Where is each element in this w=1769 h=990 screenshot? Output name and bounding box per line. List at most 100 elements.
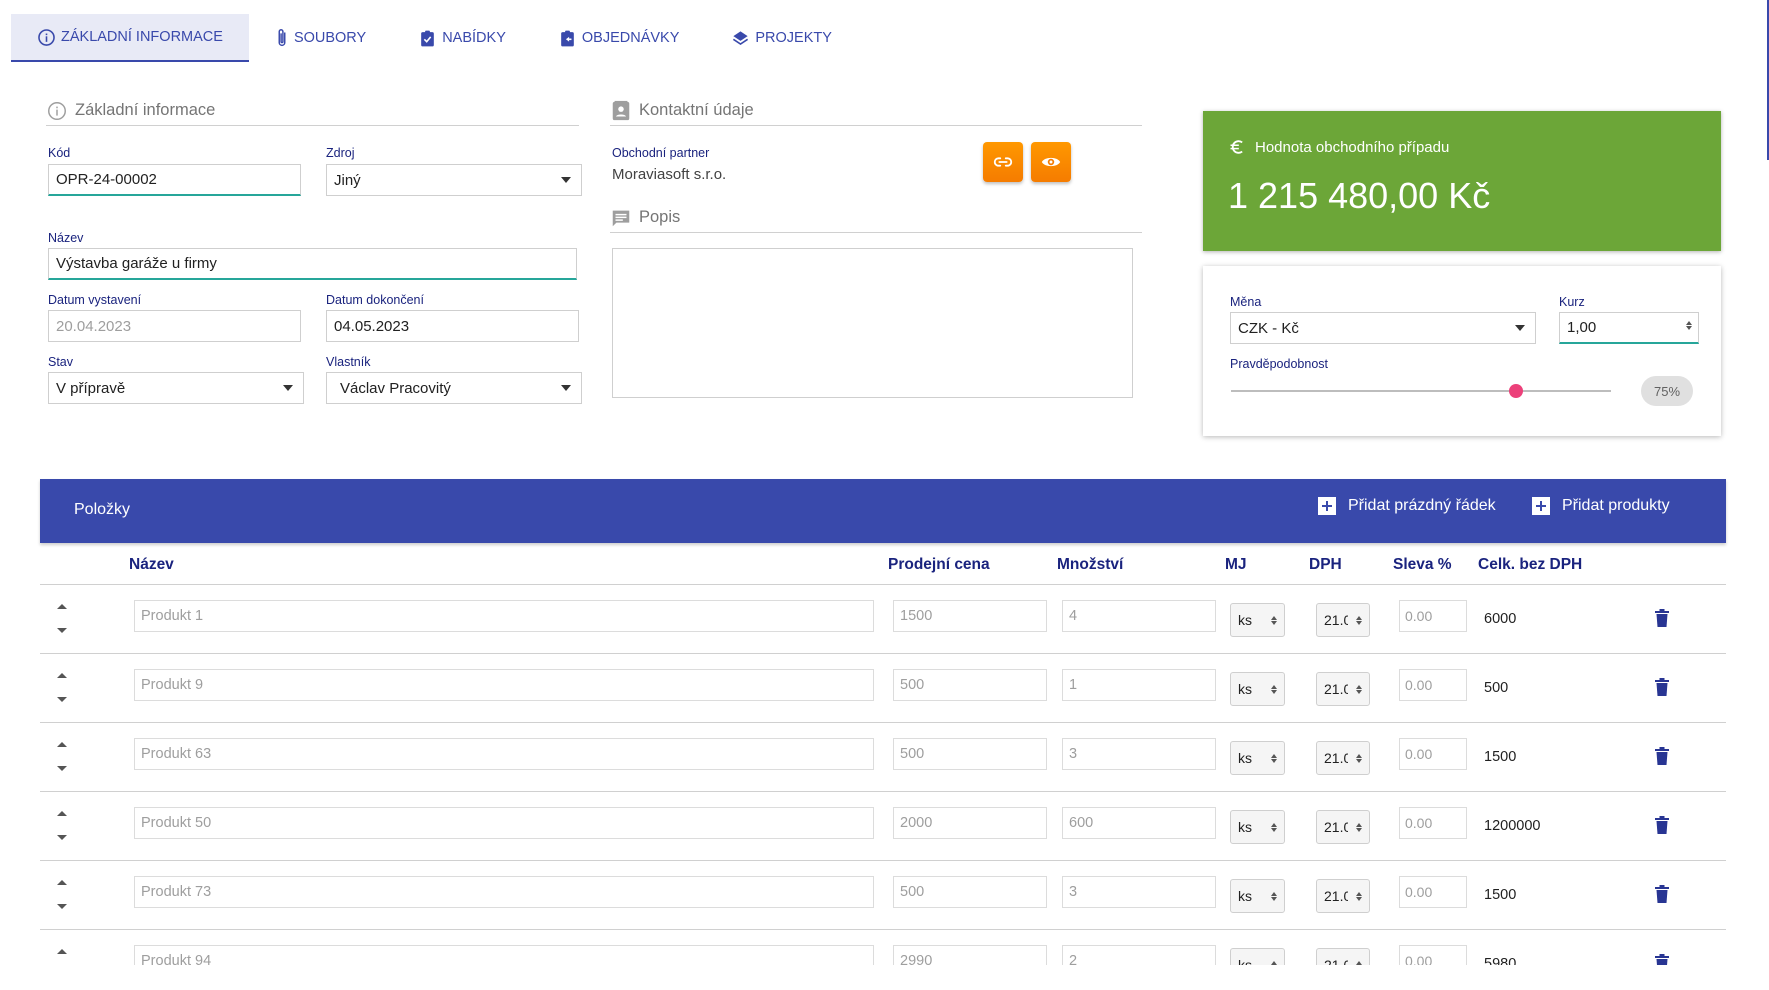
move-up-icon[interactable] bbox=[57, 880, 67, 885]
completion-date-input[interactable]: 04.05.2023 bbox=[326, 310, 579, 342]
item-price-input[interactable]: 2990 bbox=[893, 945, 1047, 965]
item-quantity-input[interactable]: 1 bbox=[1062, 669, 1216, 701]
trash-icon[interactable] bbox=[1655, 678, 1669, 696]
spinner-icon bbox=[1356, 891, 1362, 901]
item-discount-input[interactable]: 0.00 bbox=[1399, 669, 1467, 701]
item-discount-input[interactable]: 0.00 bbox=[1399, 945, 1467, 965]
item-price-input[interactable]: 500 bbox=[893, 876, 1047, 908]
item-vat-value: 21.0 bbox=[1324, 957, 1348, 965]
item-vat-select[interactable]: 21.0 bbox=[1316, 741, 1370, 775]
item-price-input[interactable]: 500 bbox=[893, 669, 1047, 701]
item-discount-input[interactable]: 0.00 bbox=[1399, 807, 1467, 839]
probability-slider[interactable] bbox=[1231, 384, 1611, 398]
item-price-input[interactable]: 500 bbox=[893, 738, 1047, 770]
deal-value-label: Hodnota obchodního případu bbox=[1228, 137, 1449, 157]
tab-label: SOUBORY bbox=[293, 30, 367, 46]
tab-basic-info[interactable]: ZÁKLADNÍ INFORMACE bbox=[11, 14, 249, 62]
table-row: Produkt 73 500 3 ks 21.0 0.00 1500 bbox=[40, 861, 1726, 930]
source-select[interactable]: Jiný bbox=[326, 164, 582, 196]
item-name-input[interactable]: Produkt 1 bbox=[134, 600, 874, 632]
tab-projects[interactable]: PROJEKTY bbox=[705, 14, 858, 62]
item-name-input[interactable]: Produkt 94 bbox=[134, 945, 874, 965]
move-down-icon[interactable] bbox=[57, 835, 67, 840]
chevron-down-icon bbox=[561, 385, 571, 391]
tab-label: OBJEDNÁVKY bbox=[581, 30, 680, 46]
owner-label: Vlastník bbox=[326, 355, 371, 369]
partner-value[interactable]: Moraviasoft s.r.o. bbox=[612, 166, 726, 183]
item-vat-select[interactable]: 21.0 bbox=[1316, 603, 1370, 637]
trash-icon[interactable] bbox=[1655, 954, 1669, 965]
move-up-icon[interactable] bbox=[57, 604, 67, 609]
trash-icon[interactable] bbox=[1655, 747, 1669, 765]
item-name-input[interactable]: Produkt 9 bbox=[134, 669, 874, 701]
name-label: Název bbox=[48, 231, 84, 245]
item-discount-input[interactable]: 0.00 bbox=[1399, 876, 1467, 908]
item-unit-select[interactable]: ks bbox=[1230, 603, 1285, 637]
link-partner-button[interactable] bbox=[983, 142, 1023, 182]
item-vat-select[interactable]: 21.0 bbox=[1316, 948, 1370, 965]
deal-value-amount: 1 215 480,00 Kč bbox=[1228, 175, 1491, 216]
item-vat-select[interactable]: 21.0 bbox=[1316, 810, 1370, 844]
item-quantity-input[interactable]: 3 bbox=[1062, 876, 1216, 908]
item-name-input[interactable]: Produkt 63 bbox=[134, 738, 874, 770]
column-header-unit: MJ bbox=[1225, 556, 1247, 573]
spinner-icon bbox=[1356, 822, 1362, 832]
item-unit-select[interactable]: ks bbox=[1230, 810, 1285, 844]
trash-icon[interactable] bbox=[1655, 816, 1669, 834]
spinner-icon[interactable] bbox=[1686, 321, 1692, 330]
source-value: Jiný bbox=[334, 171, 361, 189]
status-select[interactable]: V přípravě bbox=[48, 372, 304, 404]
item-quantity-input[interactable]: 600 bbox=[1062, 807, 1216, 839]
plus-box-icon bbox=[1532, 497, 1550, 515]
spinner-icon bbox=[1271, 684, 1277, 694]
tab-orders[interactable]: OBJEDNÁVKY bbox=[532, 14, 706, 62]
item-name-input[interactable]: Produkt 50 bbox=[134, 807, 874, 839]
spinner-icon bbox=[1356, 615, 1362, 625]
currency-select[interactable]: CZK - Kč bbox=[1230, 312, 1536, 344]
move-down-icon[interactable] bbox=[57, 766, 67, 771]
move-up-icon[interactable] bbox=[57, 673, 67, 678]
description-textarea[interactable] bbox=[612, 248, 1133, 398]
item-vat-select[interactable]: 21.0 bbox=[1316, 879, 1370, 913]
add-empty-row-button[interactable]: Přidat prázdný řádek bbox=[1318, 497, 1496, 515]
probability-slider-thumb[interactable] bbox=[1509, 384, 1523, 398]
item-name-input[interactable]: Produkt 73 bbox=[134, 876, 874, 908]
owner-select[interactable]: Václav Pracovitý bbox=[326, 372, 582, 404]
item-quantity-input[interactable]: 3 bbox=[1062, 738, 1216, 770]
item-quantity-input[interactable]: 4 bbox=[1062, 600, 1216, 632]
item-price-input[interactable]: 2000 bbox=[893, 807, 1047, 839]
trash-icon[interactable] bbox=[1655, 609, 1669, 627]
item-unit-select[interactable]: ks bbox=[1230, 879, 1285, 913]
move-up-icon[interactable] bbox=[57, 949, 67, 954]
tab-bar: ZÁKLADNÍ INFORMACE SOUBORY NABÍDKY OBJED… bbox=[11, 14, 858, 62]
item-unit-select[interactable]: ks bbox=[1230, 948, 1285, 965]
move-up-icon[interactable] bbox=[57, 742, 67, 747]
items-table: Produkt 1 1500 4 ks 21.0 0.00 6000 Produ… bbox=[40, 585, 1726, 965]
tab-files[interactable]: SOUBORY bbox=[249, 14, 392, 62]
item-total: 6000 bbox=[1484, 611, 1517, 627]
tab-offers[interactable]: NABÍDKY bbox=[392, 14, 532, 62]
move-down-icon[interactable] bbox=[57, 697, 67, 702]
move-up-icon[interactable] bbox=[57, 811, 67, 816]
code-input[interactable]: OPR-24-00002 bbox=[48, 164, 301, 196]
column-header-vat: DPH bbox=[1309, 556, 1342, 573]
item-discount-input[interactable]: 0.00 bbox=[1399, 738, 1467, 770]
item-vat-value: 21.0 bbox=[1324, 612, 1348, 628]
move-down-icon[interactable] bbox=[57, 628, 67, 633]
view-partner-button[interactable] bbox=[1031, 142, 1071, 182]
item-unit-select[interactable]: ks bbox=[1230, 672, 1285, 706]
add-products-button[interactable]: Přidat produkty bbox=[1532, 497, 1670, 515]
column-header-discount: Sleva % bbox=[1393, 556, 1452, 573]
item-quantity-input[interactable]: 2 bbox=[1062, 945, 1216, 965]
rate-input[interactable]: 1,00 bbox=[1559, 312, 1699, 344]
spinner-icon bbox=[1271, 822, 1277, 832]
move-down-icon[interactable] bbox=[57, 904, 67, 909]
trash-icon[interactable] bbox=[1655, 885, 1669, 903]
item-discount-input[interactable]: 0.00 bbox=[1399, 600, 1467, 632]
section-title: Základní informace bbox=[75, 101, 216, 119]
item-unit-select[interactable]: ks bbox=[1230, 741, 1285, 775]
item-price-input[interactable]: 1500 bbox=[893, 600, 1047, 632]
name-input[interactable]: Výstavba garáže u firmy bbox=[48, 248, 577, 280]
tab-label: PROJEKTY bbox=[755, 30, 832, 46]
item-vat-select[interactable]: 21.0 bbox=[1316, 672, 1370, 706]
